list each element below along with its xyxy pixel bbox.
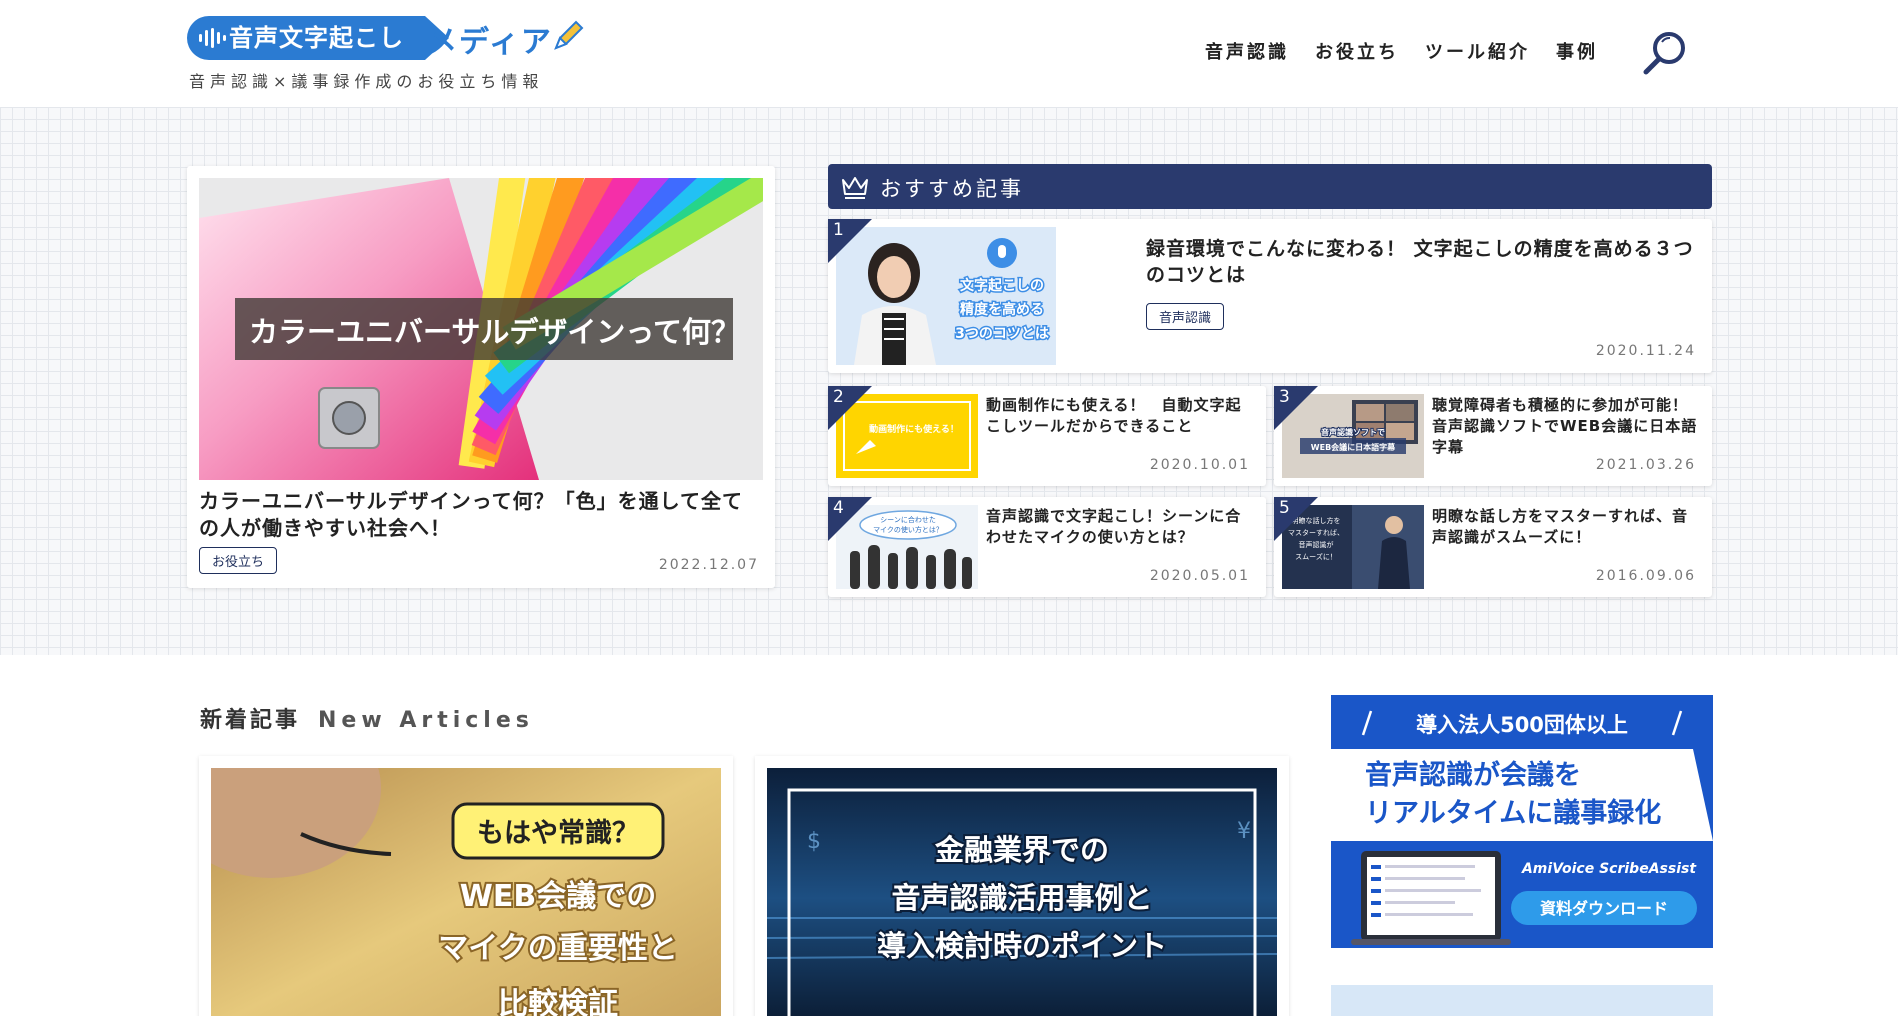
new-articles-title: 新着記事 <box>200 708 301 733</box>
recommended-tag-1[interactable]: 音声認識 <box>1146 303 1225 330</box>
svg-text:$: $ <box>807 829 821 854</box>
featured-article-tag[interactable]: お役立ち <box>199 547 278 574</box>
ad-brand: AmiVoice ScribeAssist <box>1521 861 1697 877</box>
recommended-date-4: 2020.05.01 <box>1149 568 1250 584</box>
featured-image-caption: カラーユニバーサルデザインって何？ <box>249 315 740 349</box>
sound-wave-icon <box>199 28 226 48</box>
recommended-date-2: 2020.10.01 <box>1149 457 1250 473</box>
recommended-item-1[interactable]: 文字起こしの 精度を高める 3つのコツとは 1 録音環境でこんなに変わる！ 文字… <box>828 219 1712 373</box>
new-articles-title-en: New Articles <box>318 708 534 733</box>
recommended-date-1: 2020.11.24 <box>1595 343 1696 359</box>
sidebar-ad-banner[interactable]: 導入法人500団体以上 音声認識が会議を リアルタイムに議事録化 AmiVoic… <box>1331 695 1713 948</box>
rank-number: 5 <box>1279 498 1290 518</box>
nav-item-cases[interactable]: 事例 <box>1556 38 1598 64</box>
recommended-date-5: 2016.09.06 <box>1595 568 1696 584</box>
ad-cta: 資料ダウンロード <box>1540 899 1668 918</box>
main-nav: 音声認識 お役立ち ツール紹介 事例 <box>1205 38 1598 64</box>
recommended-item-2[interactable]: 動画制作にも使える！ 2 動画制作にも使える！ 自動文字起こしツールだからできる… <box>828 386 1266 486</box>
featured-article-date: 2022.12.07 <box>658 557 759 573</box>
svg-text:3つのコツとは: 3つのコツとは <box>955 326 1049 342</box>
logo-pill: 音声文字起こし <box>187 16 449 60</box>
ad-line-1: 音声認識が会議を <box>1365 759 1581 791</box>
svg-text:マイクの使い方とは？: マイクの使い方とは？ <box>873 525 943 534</box>
svg-text:比較検証: 比較検証 <box>498 987 618 1016</box>
svg-text:WEB会議での: WEB会議での <box>460 879 656 914</box>
recommended-title-1[interactable]: 録音環境でこんなに変わる！ 文字起こしの精度を高める３つのコツとは <box>1146 236 1706 288</box>
rank-number: 4 <box>833 498 844 518</box>
logo-main-text: 音声文字起こし <box>229 24 404 52</box>
rank-number: 2 <box>833 387 844 407</box>
rank-number: 3 <box>1279 387 1290 407</box>
recommended-title-5[interactable]: 明瞭な話し方をマスターすれば、音声認識がスムーズに！ <box>1432 506 1698 548</box>
svg-text:音声認識ソフトで: 音声認識ソフトで <box>1321 427 1385 437</box>
recommended-date-3: 2021.03.26 <box>1595 457 1696 473</box>
new-articles-heading: 新着記事 New Articles <box>200 702 534 734</box>
nav-item-tips[interactable]: お役立ち <box>1315 38 1399 64</box>
logo-media-text: メディア <box>427 25 553 60</box>
new-article-card-1[interactable]: もはや常識？ WEB会議での マイクの重要性と 比較検証 <box>199 756 733 1016</box>
featured-article-title[interactable]: カラーユニバーサルデザインって何？「色」を通して全ての人が働きやすい社会へ！ <box>199 488 759 542</box>
svg-text:導入検討時のポイント: 導入検討時のポイント <box>877 929 1167 963</box>
featured-article-image: カラーユニバーサルデザインって何？ <box>199 178 763 480</box>
recommended-title-3[interactable]: 聴覚障碍者も積極的に参加が可能！音声認識ソフトでWEB会議に日本語字幕 <box>1432 395 1698 458</box>
new-article-thumb-1: もはや常識？ WEB会議での マイクの重要性と 比較検証 <box>211 768 721 1016</box>
svg-text:動画制作にも使える！: 動画制作にも使える！ <box>869 423 959 435</box>
new-article-card-2[interactable]: $ ¥ 金融業界での 音声認識活用事例と 導入検討時のポイント <box>755 756 1289 1016</box>
svg-text:文字起こしの: 文字起こしの <box>960 277 1044 294</box>
svg-text:音声認識活用事例と: 音声認識活用事例と <box>891 881 1152 915</box>
new-article-thumb-2: $ ¥ 金融業界での 音声認識活用事例と 導入検討時のポイント <box>767 768 1277 1016</box>
recommended-item-4[interactable]: シーンに合わせた マイクの使い方とは？ 4 音声認識で文字起こし！シーンに合わせ… <box>828 497 1266 597</box>
recommended-title: おすすめ記事 <box>880 177 1024 201</box>
pencil-icon <box>554 20 584 50</box>
recommended-item-3[interactable]: 音声認識ソフトで WEB会議に日本語字幕 3 聴覚障碍者も積極的に参加が可能！音… <box>1274 386 1712 486</box>
svg-text:精度を高める: 精度を高める <box>960 301 1044 318</box>
svg-text:もはや常識？: もはや常識？ <box>477 818 639 849</box>
recommended-item-5[interactable]: 明瞭な話し方を マスターすれば、 音声認識が スムーズに！ 5 明瞭な話し方をマ… <box>1274 497 1712 597</box>
recommended-header: おすすめ記事 <box>828 164 1712 209</box>
recommended-title-2[interactable]: 動画制作にも使える！ 自動文字起こしツールだからできること <box>986 395 1252 437</box>
search-icon[interactable] <box>1640 28 1690 76</box>
svg-text:¥: ¥ <box>1237 819 1251 844</box>
sidebar-ad-banner-2[interactable] <box>1331 985 1713 1016</box>
rank-number: 1 <box>833 220 844 240</box>
recommended-title-4[interactable]: 音声認識で文字起こし！シーンに合わせたマイクの使い方とは？ <box>986 506 1252 548</box>
ad-top-text: 導入法人500団体以上 <box>1416 713 1628 737</box>
ad-line-2: リアルタイムに議事録化 <box>1365 797 1661 829</box>
svg-text:音声認識が: 音声認識が <box>1299 540 1334 549</box>
svg-text:マイクの重要性と: マイクの重要性と <box>438 931 677 966</box>
site-tagline: 音声認識×議事録作成のお役立ち情報 <box>189 72 544 91</box>
nav-item-speech-recognition[interactable]: 音声認識 <box>1205 38 1289 64</box>
svg-text:スムーズに！: スムーズに！ <box>1295 552 1337 561</box>
featured-article-card[interactable]: カラーユニバーサルデザインって何？ カラーユニバーサルデザインって何？「色」を通… <box>187 166 775 588</box>
crown-icon <box>842 177 868 199</box>
site-header: 音声文字起こし メディア 音声認識×議事録作成のお役立ち情報 音声認識 お役立ち… <box>0 0 1898 107</box>
svg-text:金融業界での: 金融業界での <box>934 833 1109 867</box>
svg-text:シーンに合わせた: シーンに合わせた <box>880 515 936 524</box>
svg-text:WEB会議に日本語字幕: WEB会議に日本語字幕 <box>1311 442 1396 452</box>
site-logo[interactable]: 音声文字起こし メディア 音声認識×議事録作成のお役立ち情報 <box>187 16 587 92</box>
nav-item-tools[interactable]: ツール紹介 <box>1425 38 1530 64</box>
